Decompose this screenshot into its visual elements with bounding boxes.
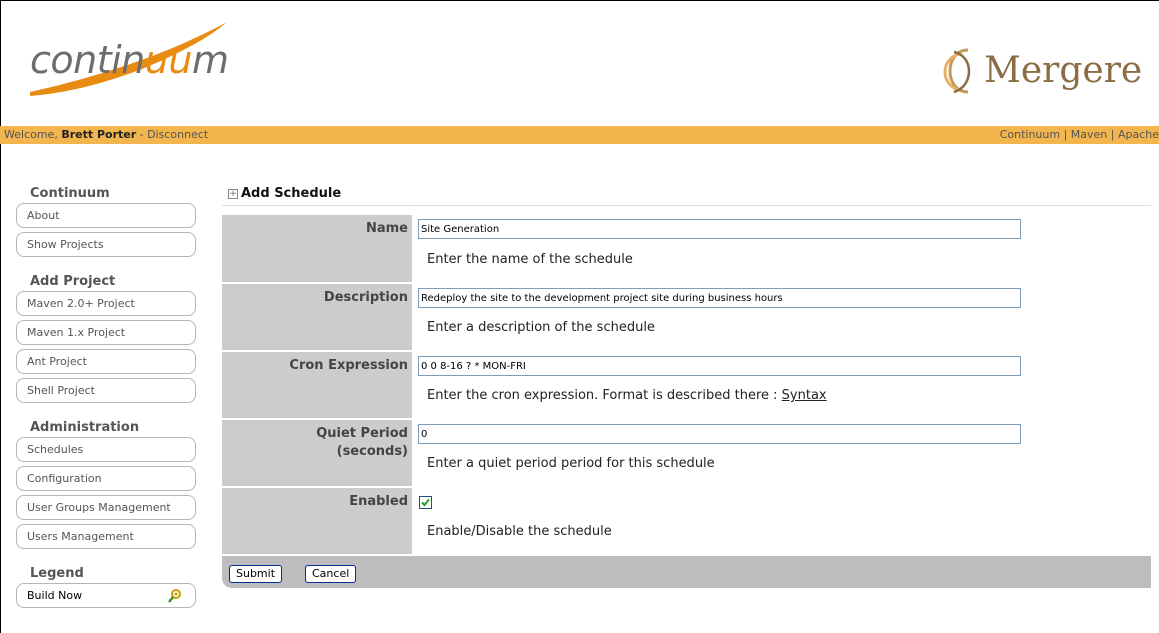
description-label: Description: [222, 284, 412, 350]
sidebar-item-users-management[interactable]: Users Management: [16, 524, 196, 549]
title-divider: [222, 205, 1151, 206]
legend-item-build-now: Build Now: [16, 583, 196, 608]
welcome-bar: Welcome, Brett Porter - Disconnect Conti…: [0, 126, 1159, 144]
sidebar-item-maven2-project[interactable]: Maven 2.0+ Project: [16, 291, 196, 316]
build-now-icon: [168, 589, 181, 603]
enabled-checkbox[interactable]: [419, 496, 432, 509]
welcome-text: Welcome, Brett Porter - Disconnect: [4, 126, 208, 144]
quiet-period-help: Enter a quiet period period for this sch…: [427, 456, 715, 471]
form-row-description: Description Enter a description of the s…: [222, 284, 1151, 350]
sidebar: Continuum About Show Projects Add Projec…: [16, 185, 196, 612]
checkmark-icon: [421, 498, 430, 507]
sidebar-heading-administration: Administration: [30, 420, 140, 435]
quiet-period-input[interactable]: [418, 424, 1021, 444]
quiet-period-label-line2: (seconds): [336, 444, 408, 459]
page-title-text: Add Schedule: [241, 186, 342, 201]
page-title: + Add Schedule: [228, 186, 341, 201]
sidebar-item-ant-project[interactable]: Ant Project: [16, 349, 196, 374]
header: continuum Mergere: [0, 0, 1159, 126]
sidebar-item-user-groups-management[interactable]: User Groups Management: [16, 495, 196, 520]
top-links[interactable]: Continuum | Maven | Apache: [1000, 126, 1159, 144]
cron-help: Enter the cron expression. Format is des…: [427, 388, 827, 403]
cancel-button[interactable]: Cancel: [305, 565, 357, 583]
legend-build-now-label: Build Now: [27, 589, 83, 602]
form-row-quiet-period: Quiet Period (seconds) Enter a quiet per…: [222, 420, 1151, 486]
quiet-period-label: Quiet Period (seconds): [222, 420, 412, 486]
sidebar-heading-continuum: Continuum: [30, 186, 110, 201]
syntax-link[interactable]: Syntax: [782, 388, 827, 403]
form-row-name: Name Enter the name of the schedule: [222, 215, 1151, 282]
welcome-label: Welcome,: [4, 128, 58, 141]
disconnect-link[interactable]: - Disconnect: [140, 128, 209, 141]
cron-label: Cron Expression: [222, 352, 412, 418]
section-toggle-icon[interactable]: +: [228, 189, 238, 199]
user-name: Brett Porter: [61, 128, 137, 141]
description-input[interactable]: [418, 288, 1021, 308]
sidebar-item-maven1-project[interactable]: Maven 1.x Project: [16, 320, 196, 345]
form-row-cron-expression: Cron Expression Enter the cron expressio…: [222, 352, 1151, 418]
form-button-bar: Submit Cancel: [222, 556, 1151, 588]
cron-help-text: Enter the cron expression. Format is des…: [427, 388, 782, 403]
sidebar-heading-legend: Legend: [30, 566, 84, 581]
enabled-help: Enable/Disable the schedule: [427, 524, 612, 539]
sidebar-item-shell-project[interactable]: Shell Project: [16, 378, 196, 403]
continuum-logo[interactable]: continuum: [30, 38, 229, 82]
mergere-emblem-icon: [943, 48, 971, 94]
sidebar-item-schedules[interactable]: Schedules: [16, 437, 196, 462]
name-label: Name: [222, 215, 412, 282]
sidebar-heading-add-project: Add Project: [30, 274, 116, 289]
enabled-label: Enabled: [222, 488, 412, 554]
quiet-period-label-line1: Quiet Period: [316, 426, 408, 441]
sidebar-item-show-projects[interactable]: Show Projects: [16, 232, 196, 257]
name-input[interactable]: [418, 219, 1021, 239]
submit-button[interactable]: Submit: [229, 565, 283, 583]
mergere-logo[interactable]: Mergere: [984, 50, 1142, 91]
cron-expression-input[interactable]: [418, 356, 1021, 376]
sidebar-item-configuration[interactable]: Configuration: [16, 466, 196, 491]
description-help: Enter a description of the schedule: [427, 320, 655, 335]
sidebar-item-about[interactable]: About: [16, 203, 196, 228]
form-row-enabled: Enabled Enable/Disable the schedule: [222, 488, 1151, 554]
name-help: Enter the name of the schedule: [427, 252, 633, 267]
